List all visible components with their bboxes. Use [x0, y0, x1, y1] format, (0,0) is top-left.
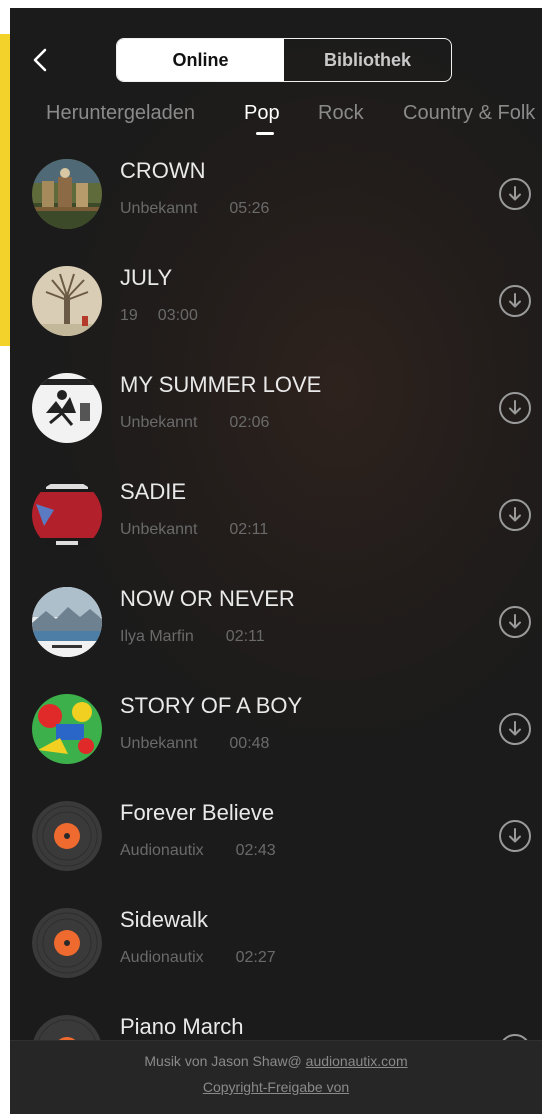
song-meta: Unbekannt 00:48: [120, 735, 269, 753]
song-duration: 02:11: [229, 521, 269, 538]
song-meta: 19 03:00: [120, 307, 198, 325]
download-button[interactable]: [498, 391, 532, 425]
song-artist: Ilya Marfin: [120, 628, 194, 645]
song-row-now-or-never[interactable]: NOW OR NEVER Ilya Marfin 02:11: [10, 578, 542, 685]
tab-downloaded[interactable]: Heruntergeladen: [46, 102, 195, 125]
album-cover: [32, 266, 102, 336]
tab-rock[interactable]: Rock: [318, 102, 364, 125]
download-icon: [499, 713, 531, 745]
song-meta: Audionautix 02:43: [120, 842, 276, 860]
song-duration: 02:43: [235, 842, 276, 859]
copyright-text[interactable]: Copyright-Freigabe von: [203, 1079, 349, 1095]
song-row-my-summer-love[interactable]: MY SUMMER LOVE Unbekannt 02:06: [10, 364, 542, 471]
song-artist: Audionautix: [120, 842, 204, 859]
song-meta: Ilya Marfin 02:11: [120, 628, 265, 646]
song-duration: 00:48: [229, 735, 270, 752]
genre-tabs: Heruntergeladen Pop Rock Country & Folk: [10, 98, 542, 138]
download-icon: [499, 392, 531, 424]
song-duration: 02:11: [225, 628, 265, 645]
tab-country-folk[interactable]: Country & Folk: [403, 102, 535, 125]
song-meta: Unbekannt 02:06: [120, 414, 269, 432]
download-button[interactable]: [498, 819, 532, 853]
song-row-forever-believe[interactable]: Forever Believe Audionautix 02:43: [10, 792, 542, 899]
song-title: Piano March: [120, 1014, 244, 1039]
song-row-story-of-a-boy[interactable]: STORY OF A BOY Unbekannt 00:48: [10, 685, 542, 792]
song-row-sidewalk[interactable]: Sidewalk Audionautix 02:27: [10, 899, 542, 1006]
song-artist: Unbekannt: [120, 521, 198, 538]
song-duration: 03:00: [157, 307, 198, 324]
music-picker-screen: Online Bibliothek Heruntergeladen Pop Ro…: [10, 8, 542, 1114]
song-row-sadie[interactable]: SADIE Unbekannt 02:11: [10, 471, 542, 578]
vinyl-record-icon: [32, 801, 102, 871]
music-credit: Musik von Jason Shaw@ audionautix.com: [10, 1053, 542, 1069]
back-button[interactable]: [28, 46, 54, 74]
song-title: NOW OR NEVER: [120, 586, 295, 611]
song-title: Sidewalk: [120, 907, 209, 932]
source-segmented-control: Online Bibliothek: [116, 38, 452, 82]
album-cover: [32, 587, 102, 657]
active-tab-indicator: [256, 132, 274, 135]
album-cover: [32, 373, 102, 443]
song-title: MY SUMMER LOVE: [120, 372, 322, 397]
download-icon: [499, 606, 531, 638]
song-row-july[interactable]: JULY 19 03:00: [10, 257, 542, 364]
download-button[interactable]: [498, 605, 532, 639]
song-title: SADIE: [120, 479, 187, 504]
chevron-left-icon: [33, 48, 47, 72]
song-duration: 02:06: [229, 414, 270, 431]
yellow-edge-bar: [0, 34, 10, 346]
song-title: STORY OF A BOY: [120, 693, 303, 718]
album-cover: [32, 694, 102, 764]
song-meta: Unbekannt 02:11: [120, 521, 268, 539]
download-icon: [499, 820, 531, 852]
download-button[interactable]: [498, 712, 532, 746]
song-artist: Unbekannt: [120, 414, 198, 431]
song-duration: 05:26: [229, 200, 270, 217]
segment-online[interactable]: Online: [117, 39, 284, 81]
download-button[interactable]: [498, 284, 532, 318]
song-title: JULY: [120, 265, 173, 290]
download-icon: [499, 285, 531, 317]
song-artist: Unbekannt: [120, 200, 198, 217]
song-meta: Unbekannt 05:26: [120, 200, 269, 218]
credit-text: Musik von Jason Shaw@: [144, 1053, 306, 1069]
credit-link[interactable]: audionautix.com: [306, 1053, 408, 1069]
song-title: CROWN: [120, 158, 206, 183]
song-artist: Audionautix: [120, 949, 204, 966]
download-icon: [499, 178, 531, 210]
tab-pop[interactable]: Pop: [244, 102, 280, 125]
download-button[interactable]: [498, 177, 532, 211]
download-icon: [499, 499, 531, 531]
song-title: Forever Believe: [120, 800, 275, 825]
song-row-crown[interactable]: CROWN Unbekannt 05:26: [10, 150, 542, 257]
copyright-link[interactable]: Copyright-Freigabe von: [10, 1079, 542, 1095]
song-artist: Unbekannt: [120, 735, 198, 752]
download-button[interactable]: [498, 498, 532, 532]
song-meta: Audionautix 02:27: [120, 949, 276, 967]
album-cover: [32, 480, 102, 550]
credits-footer: Musik von Jason Shaw@ audionautix.com Co…: [10, 1040, 542, 1114]
song-artist: 19: [120, 307, 138, 324]
song-duration: 02:27: [235, 949, 276, 966]
album-cover: [32, 159, 102, 229]
segment-library[interactable]: Bibliothek: [284, 39, 451, 81]
vinyl-record-icon: [32, 908, 102, 978]
